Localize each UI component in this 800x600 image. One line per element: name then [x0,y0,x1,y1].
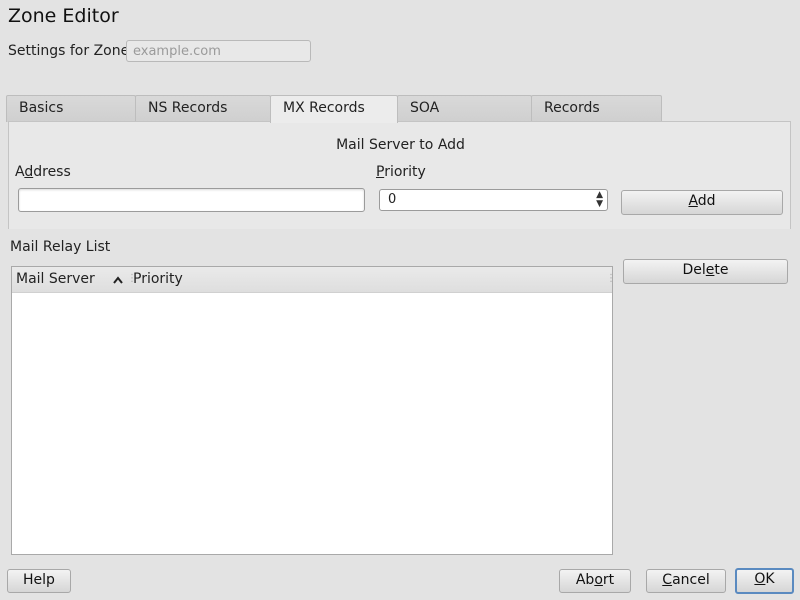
mail-relay-table[interactable]: Mail Server ⋮ Priority ⋮ [11,266,616,555]
priority-label: Priority [376,164,426,180]
help-button[interactable]: Help [7,569,71,593]
column-separator-icon: ⋮ [606,273,616,284]
priority-value: 0 [388,192,397,207]
tab-ns-records[interactable]: NS Records [135,95,271,122]
group-title: Mail Server to Add [336,137,465,153]
tab-mx-records[interactable]: MX Records [270,95,398,123]
address-input[interactable] [18,188,365,212]
cancel-button[interactable]: Cancel [646,569,726,593]
address-label: Address [15,164,71,180]
tab-bar: Basics NS Records MX Records SOA Records [6,95,662,123]
delete-button[interactable]: Delete [623,259,788,284]
column-header-mail-server[interactable]: Mail Server [16,271,95,287]
ok-button[interactable]: OK [735,568,794,594]
zone-field: example.com [126,40,311,62]
priority-spinbox[interactable]: 0 ▲ ▼ [379,189,608,211]
caret-up-icon[interactable] [113,276,123,284]
abort-button[interactable]: Abort [559,569,631,593]
tab-basics[interactable]: Basics [6,95,136,122]
table-header: Mail Server ⋮ Priority ⋮ [12,267,616,293]
add-button[interactable]: Add [621,190,783,215]
column-header-priority[interactable]: Priority [133,271,183,287]
spin-arrows-icon[interactable]: ▲ ▼ [596,191,603,209]
tab-soa[interactable]: SOA [397,95,532,122]
relay-list-label: Mail Relay List [10,239,111,255]
window-title: Zone Editor [8,5,119,27]
tab-records[interactable]: Records [531,95,662,122]
zone-label: Settings for Zone [8,43,130,59]
